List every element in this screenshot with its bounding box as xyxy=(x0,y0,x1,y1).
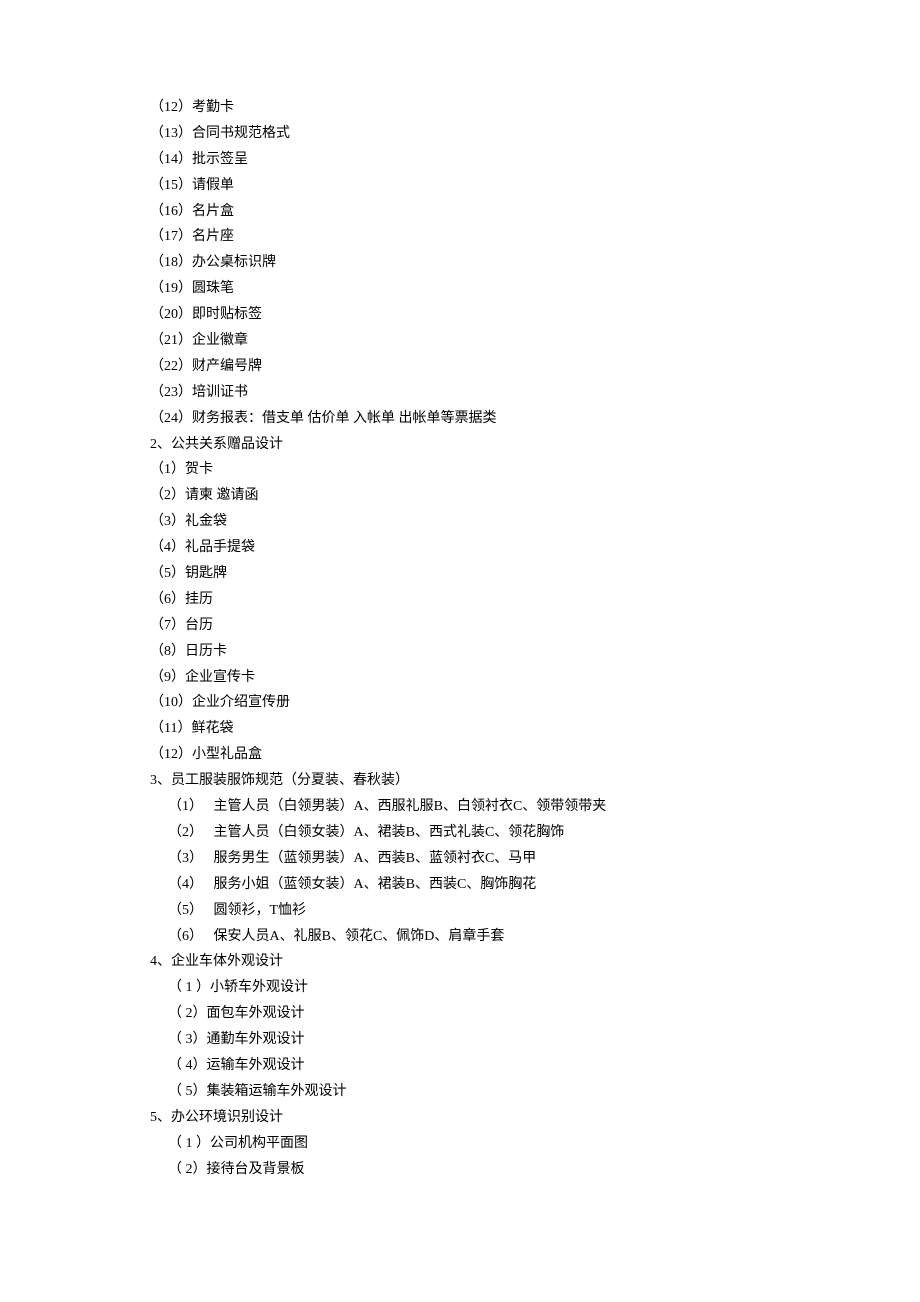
list-item: （23）培训证书 xyxy=(150,380,770,406)
list-item: （ 2）接待台及背景板 xyxy=(150,1157,770,1183)
list-item: （2）请柬 邀请函 xyxy=(150,483,770,509)
list-item: （9）企业宣传卡 xyxy=(150,665,770,691)
section-2: 2、公共关系赠品设计 （1）贺卡 （2）请柬 邀请函 （3）礼金袋 （4）礼品手… xyxy=(150,432,770,769)
section-5: 5、办公环境识别设计 （ 1 ）公司机构平面图 （ 2）接待台及背景板 xyxy=(150,1105,770,1183)
section-heading: 3、员工服装服饰规范（分夏装、春秋装） xyxy=(150,768,770,794)
list-item: （14）批示签呈 xyxy=(150,147,770,173)
list-item: （24）财务报表：借支单 估价单 入帐单 出帐单等票据类 xyxy=(150,406,770,432)
list-item: （21）企业徽章 xyxy=(150,328,770,354)
list-item: （7）台历 xyxy=(150,613,770,639)
section-1-continuation: （12）考勤卡 （13）合同书规范格式 （14）批示签呈 （15）请假单 （16… xyxy=(150,95,770,432)
list-item: （20）即时贴标签 xyxy=(150,302,770,328)
section-heading: 2、公共关系赠品设计 xyxy=(150,432,770,458)
list-item: （15）请假单 xyxy=(150,173,770,199)
section-heading: 5、办公环境识别设计 xyxy=(150,1105,770,1131)
list-item: （12）考勤卡 xyxy=(150,95,770,121)
list-item: （5）钥匙牌 xyxy=(150,561,770,587)
list-item: （3） 服务男生（蓝领男装）A、西装B、蓝领衬衣C、马甲 xyxy=(150,846,770,872)
section-4: 4、企业车体外观设计 （ 1 ）小轿车外观设计 （ 2）面包车外观设计 （ 3）… xyxy=(150,949,770,1104)
list-item: （6） 保安人员A、礼服B、领花C、佩饰D、肩章手套 xyxy=(150,924,770,950)
list-item: （ 1 ）小轿车外观设计 xyxy=(150,975,770,1001)
section-heading: 4、企业车体外观设计 xyxy=(150,949,770,975)
list-item: （17）名片座 xyxy=(150,224,770,250)
list-item: （12）小型礼品盒 xyxy=(150,742,770,768)
list-item: （10）企业介绍宣传册 xyxy=(150,690,770,716)
list-item: （22）财产编号牌 xyxy=(150,354,770,380)
list-item: （2） 主管人员（白领女装）A、裙装B、西式礼装C、领花胸饰 xyxy=(150,820,770,846)
list-item: （4） 服务小姐（蓝领女装）A、裙装B、西装C、胸饰胸花 xyxy=(150,872,770,898)
list-item: （ 2）面包车外观设计 xyxy=(150,1001,770,1027)
list-item: （5） 圆领衫，T恤衫 xyxy=(150,898,770,924)
document-page: （12）考勤卡 （13）合同书规范格式 （14）批示签呈 （15）请假单 （16… xyxy=(150,95,770,1182)
list-item: （ 4）运输车外观设计 xyxy=(150,1053,770,1079)
list-item: （18）办公桌标识牌 xyxy=(150,250,770,276)
section-3: 3、员工服装服饰规范（分夏装、春秋装） （1） 主管人员（白领男装）A、西服礼服… xyxy=(150,768,770,949)
list-item: （11）鲜花袋 xyxy=(150,716,770,742)
list-item: （ 5）集装箱运输车外观设计 xyxy=(150,1079,770,1105)
list-item: （1）贺卡 xyxy=(150,457,770,483)
list-item: （6）挂历 xyxy=(150,587,770,613)
list-item: （ 1 ）公司机构平面图 xyxy=(150,1131,770,1157)
list-item: （16）名片盒 xyxy=(150,199,770,225)
list-item: （19）圆珠笔 xyxy=(150,276,770,302)
list-item: （3）礼金袋 xyxy=(150,509,770,535)
list-item: （13）合同书规范格式 xyxy=(150,121,770,147)
list-item: （8）日历卡 xyxy=(150,639,770,665)
list-item: （1） 主管人员（白领男装）A、西服礼服B、白领衬衣C、领带领带夹 xyxy=(150,794,770,820)
list-item: （4）礼品手提袋 xyxy=(150,535,770,561)
list-item: （ 3）通勤车外观设计 xyxy=(150,1027,770,1053)
